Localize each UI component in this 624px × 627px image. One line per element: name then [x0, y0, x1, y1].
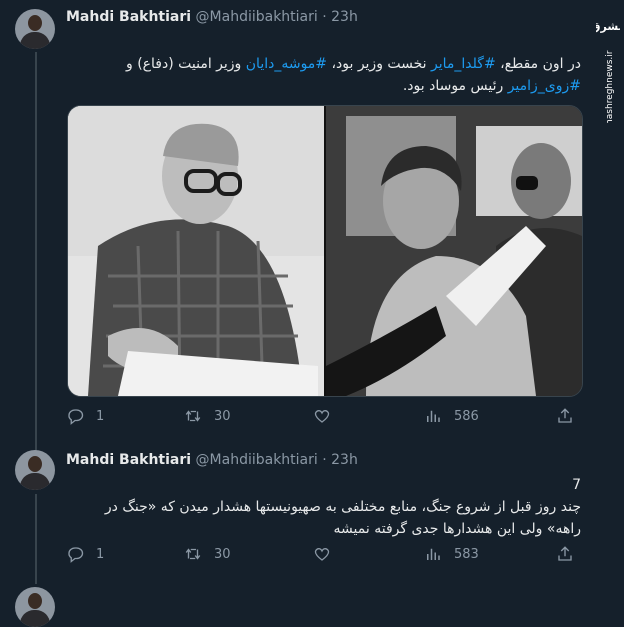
retweet-count: 30 [214, 408, 231, 424]
watermark-logo: مشرق [596, 20, 620, 33]
text-line: چند روز قبل از شروع جنگ، منابع مختلفی به… [104, 499, 581, 515]
user-handle[interactable]: @Mahdiibakhtiari [196, 9, 318, 25]
share-icon [558, 408, 572, 423]
reply-count: 1 [96, 546, 105, 562]
timestamp[interactable]: 23h [331, 9, 358, 25]
hashtag-link[interactable]: #موشه_دایان [246, 56, 327, 72]
avatar[interactable] [15, 9, 55, 49]
display-name[interactable]: Mahdi Bakhtiari [66, 452, 191, 468]
reply-icon [68, 547, 84, 563]
share-icon [558, 546, 572, 561]
separator-dot: · [322, 452, 327, 468]
tweet-actions: 1 30 586 [66, 407, 586, 427]
media-grid[interactable] [67, 105, 583, 397]
share-button[interactable] [556, 545, 574, 563]
display-name[interactable]: Mahdi Bakhtiari [66, 9, 191, 25]
views-chart-icon [427, 410, 440, 422]
share-button[interactable] [556, 407, 574, 425]
tweet-text: 7 چند روز قبل از شروع جنگ، منابع مختلفی … [66, 474, 581, 540]
tweet-header: Mahdi Bakhtiari @Mahdiibakhtiari · 23h [66, 452, 358, 468]
tweet-text: در اون مقطع، #گلدا_مایر نخست وزیر بود، #… [66, 53, 581, 97]
timestamp[interactable]: 23h [331, 452, 358, 468]
retweet-count: 30 [214, 546, 231, 562]
views-count: 586 [454, 408, 479, 424]
mashregh-watermark: مشرق mashreghnews.ir [596, 20, 620, 123]
views-button[interactable]: 586 [424, 407, 479, 425]
retweet-icon [185, 548, 201, 560]
separator-dot: · [322, 9, 327, 25]
thread-connector [35, 52, 37, 454]
text-segment: در اون مقطع، [495, 56, 581, 72]
retweet-icon [185, 410, 201, 422]
retweet-button[interactable]: 30 [184, 407, 231, 425]
views-chart-icon [427, 548, 440, 560]
reply-icon [68, 409, 84, 425]
like-button[interactable] [313, 545, 331, 563]
text-segment: رئیس موساد بود. [402, 78, 508, 94]
user-handle[interactable]: @Mahdiibakhtiari [196, 452, 318, 468]
thread-connector [35, 494, 37, 584]
heart-icon [314, 547, 330, 561]
like-button[interactable] [313, 407, 331, 425]
tweet-header: Mahdi Bakhtiari @Mahdiibakhtiari · 23h [66, 9, 358, 25]
retweet-button[interactable]: 30 [184, 545, 231, 563]
reply-count: 1 [96, 408, 105, 424]
reply-button[interactable]: 1 [66, 407, 104, 425]
hashtag-link[interactable]: #گلدا_مایر [431, 56, 496, 72]
avatar[interactable] [15, 587, 55, 627]
photo-woman-in-car[interactable] [326, 106, 582, 396]
heart-icon [314, 409, 330, 423]
reply-button[interactable]: 1 [66, 545, 104, 563]
views-button[interactable]: 583 [424, 545, 479, 563]
hashtag-link[interactable]: #زوی_زامیر [508, 78, 581, 94]
tweet-number: 7 [572, 477, 581, 493]
views-count: 583 [454, 546, 479, 562]
avatar[interactable] [15, 450, 55, 490]
tweet-actions: 1 30 583 [66, 545, 586, 565]
watermark-url: mashreghnews.ir [605, 50, 615, 123]
text-segment: نخست وزیر بود، [327, 56, 432, 72]
text-segment: وزیر امنیت (دفاع) و [126, 56, 246, 72]
photo-man-reading[interactable] [68, 106, 324, 396]
text-line: راهه» ولی این هشدارها جدی گرفته نمیشه [333, 521, 581, 537]
